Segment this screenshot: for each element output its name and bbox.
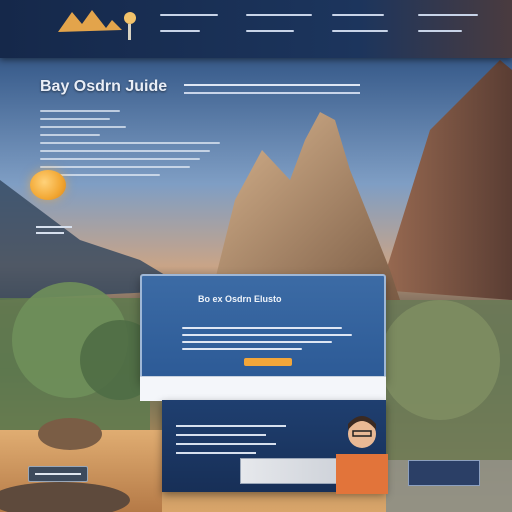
brand-logo-icon[interactable] bbox=[52, 6, 148, 46]
side-card[interactable] bbox=[408, 460, 480, 486]
person-avatar-icon bbox=[336, 416, 388, 494]
card-body bbox=[182, 322, 352, 355]
hero-title: Bay Osdrn Juide bbox=[40, 78, 168, 95]
section-divider-strip bbox=[140, 376, 386, 401]
cliff-right bbox=[380, 60, 512, 300]
panel-text bbox=[176, 418, 296, 461]
boulder bbox=[38, 418, 102, 450]
nav-item-2[interactable] bbox=[246, 10, 318, 46]
nav-item-1[interactable] bbox=[160, 10, 232, 46]
panel-thumbnail[interactable] bbox=[240, 458, 338, 484]
hero-footnote bbox=[36, 222, 72, 238]
hero-description bbox=[40, 104, 230, 182]
card-action-button[interactable] bbox=[244, 358, 292, 366]
top-navbar bbox=[0, 0, 512, 58]
rock-spire bbox=[210, 112, 400, 300]
feature-card: Bo ex Osdrn Elusto bbox=[140, 274, 386, 382]
nav-item-3[interactable] bbox=[332, 10, 404, 46]
nav-menu bbox=[160, 10, 502, 46]
card-title: Bo ex Osdrn Elusto bbox=[198, 294, 282, 304]
hero-subtitle-lines bbox=[184, 84, 360, 86]
location-tag[interactable] bbox=[28, 466, 88, 482]
hero-cta-button[interactable] bbox=[30, 170, 66, 200]
nav-item-4[interactable] bbox=[418, 10, 490, 46]
